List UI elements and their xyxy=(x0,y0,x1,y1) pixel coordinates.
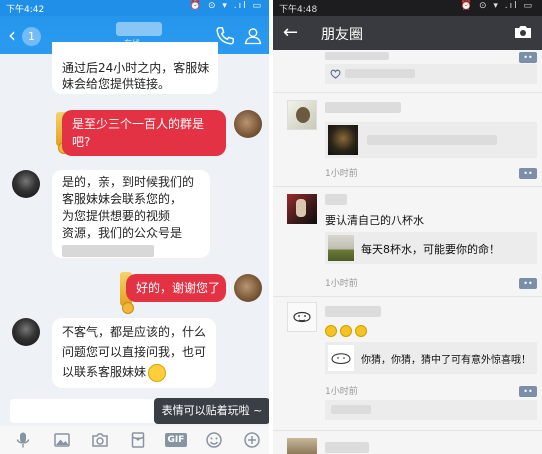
incoming-message-bubble[interactable]: 通过后24小时之内，客服妹 妹会给您提供链接。 xyxy=(52,42,218,94)
comment-more-button[interactable]: •• xyxy=(519,386,537,397)
outgoing-message-bubble[interactable]: 是至少三个一百人的群是 吧? xyxy=(62,110,226,156)
doodle-face-icon xyxy=(293,311,311,323)
red-packet-icon[interactable] xyxy=(129,431,147,449)
shared-link-card[interactable]: 你猜，你猜，猜中了可有意外惊喜哦！ xyxy=(325,342,537,374)
smile-emoji-icon xyxy=(325,325,337,337)
comment-more-button[interactable]: •• xyxy=(519,278,537,289)
liker-names-blurred xyxy=(345,69,415,78)
link-thumbnail xyxy=(328,125,358,155)
shared-link-card[interactable]: 每天8杯水，可能要你的命！ xyxy=(325,232,537,264)
back-arrow-icon[interactable]: ← xyxy=(283,22,298,44)
likes-area xyxy=(325,64,537,84)
qq-status-time: 下午4:42 xyxy=(6,5,45,15)
wx-status-bar: 下午4:48 ⏰ ⊙ ▾ .ıl ▭ xyxy=(273,0,542,16)
friend-avatar[interactable] xyxy=(287,302,317,332)
camera-icon[interactable] xyxy=(514,25,532,39)
wx-status-icons: ⏰ ⊙ ▾ .ıl ▭ xyxy=(460,1,534,11)
my-avatar[interactable] xyxy=(234,274,262,302)
message-text: 妹会给您提供链接。 xyxy=(62,77,171,91)
wx-header: ← 朋友圈 xyxy=(273,16,542,50)
smile-emoji-icon xyxy=(340,325,352,337)
friend-name-blurred xyxy=(325,102,401,113)
outgoing-message-bubble[interactable]: 好的，谢谢您了 xyxy=(126,274,226,302)
comment-more-button[interactable]: •• xyxy=(519,52,537,63)
incoming-message-bubble[interactable]: 是的，亲，到时候我们的 客服妹妹会联系您的， 为您提供想要的视频 资源，我们的公… xyxy=(52,170,210,258)
friend-avatar[interactable] xyxy=(287,100,317,130)
message-text: 是的，亲，到时候我们的 xyxy=(62,175,195,189)
post-text: 要认清自己的八杯水 xyxy=(325,214,424,227)
blurred-account-name xyxy=(62,244,154,257)
post-content-blurred xyxy=(325,52,389,60)
post-divider xyxy=(273,92,542,93)
friend-name-blurred xyxy=(325,442,369,453)
qq-chat-panel: 下午4:42 ⏰ ⊙ ▾ .ıl ▭ ‹ 1 在线 通过后24小时之内，客服妹 … xyxy=(0,0,269,454)
message-text: 好的，谢谢您了 xyxy=(136,281,221,295)
contact-avatar[interactable] xyxy=(12,318,40,346)
post-divider xyxy=(273,296,542,297)
contact-profile-icon[interactable] xyxy=(243,25,263,47)
avatar-figure xyxy=(296,107,310,123)
plus-icon[interactable] xyxy=(243,431,261,449)
comment-blurred xyxy=(331,405,371,414)
avatar-figure xyxy=(296,199,306,217)
post-divider xyxy=(273,430,542,431)
message-text: 问题您可以直接问我，也可 xyxy=(62,345,207,359)
qq-status-bar: 下午4:42 ⏰ ⊙ ▾ .ıl ▭ xyxy=(0,0,269,16)
link-title: 你猜，你猜，猜中了可有意外惊喜哦！ xyxy=(361,355,531,366)
message-line: 以联系客服妹妹 xyxy=(62,362,206,382)
comment-more-button[interactable]: •• xyxy=(519,168,537,179)
heart-icon xyxy=(330,69,341,79)
qq-input-toolbar: GIF xyxy=(0,426,269,454)
page-title: 朋友圈 xyxy=(321,27,363,43)
message-text: 以联系客服妹妹 xyxy=(62,365,147,379)
link-title-blurred xyxy=(367,135,497,145)
post-timestamp: 1小时前 xyxy=(325,169,358,179)
grin-emoji-icon xyxy=(148,363,167,382)
friend-avatar[interactable] xyxy=(287,194,317,224)
gif-button[interactable]: GIF xyxy=(165,433,187,447)
wechat-moments-panel: 下午4:48 ⏰ ⊙ ▾ .ıl ▭ ← 朋友圈 •• 1小时前 •• 要认清自… xyxy=(273,0,542,454)
post-timestamp: 1小时前 xyxy=(325,387,358,397)
post-emoji-row xyxy=(325,322,370,341)
message-text: 客服妹妹会联系您的， xyxy=(62,192,183,206)
qq-status-icons: ⏰ ⊙ ▾ .ıl ▭ xyxy=(189,1,263,11)
sticker-tip-tooltip: 表情可以贴着玩啦 ~ xyxy=(154,398,269,424)
message-text: 是至少三个一百人的群是 xyxy=(72,117,205,131)
comment-area xyxy=(325,400,537,420)
shared-link-card[interactable] xyxy=(325,122,537,158)
link-title: 每天8杯水，可能要你的命！ xyxy=(361,243,500,256)
my-avatar[interactable] xyxy=(234,110,262,138)
smile-emoji-icon xyxy=(355,325,367,337)
incoming-message-bubble[interactable]: 不客气，都是应该的，什么 问题您可以直接问我，也可 以联系客服妹妹 xyxy=(52,318,216,388)
post-divider xyxy=(273,186,542,187)
friend-name-blurred xyxy=(325,306,381,317)
message-text: 不客气，都是应该的，什么 xyxy=(62,325,207,339)
microphone-icon[interactable] xyxy=(14,431,32,449)
message-text: 吧? xyxy=(72,135,91,149)
image-icon[interactable] xyxy=(53,431,71,449)
chevron-left-icon: ‹ xyxy=(8,23,16,47)
link-thumbnail xyxy=(328,345,354,371)
message-text: 为您提供想要的视频 xyxy=(62,209,171,223)
camera-icon[interactable] xyxy=(91,431,109,449)
qq-back-button[interactable]: ‹ 1 xyxy=(8,25,44,47)
contact-name-blurred xyxy=(116,22,162,36)
message-text: 资源，我们的公众号是 xyxy=(62,226,183,240)
link-thumbnail xyxy=(328,235,354,261)
contact-avatar[interactable] xyxy=(12,170,40,198)
emoji-icon[interactable] xyxy=(205,431,223,449)
friend-avatar[interactable] xyxy=(287,438,317,454)
unread-badge: 1 xyxy=(22,27,41,46)
post-timestamp: 1小时前 xyxy=(325,279,358,289)
wx-status-time: 下午4:48 xyxy=(279,5,318,15)
friend-name-blurred xyxy=(325,194,347,205)
